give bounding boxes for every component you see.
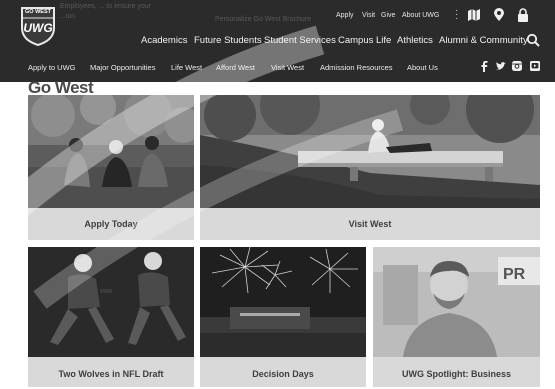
location-pin-icon[interactable]	[492, 8, 506, 22]
uwg-logo[interactable]: GO WEST UWG	[20, 6, 56, 47]
subnav-life-west[interactable]: Life West	[171, 63, 202, 72]
subnav-apply[interactable]: Apply to UWG	[28, 63, 76, 72]
map-book-icon[interactable]	[467, 8, 481, 22]
subnav-major-opportunities[interactable]: Major Opportunities	[90, 63, 155, 72]
logo-main-text: UWG	[23, 21, 53, 35]
card-caption: Apply Today	[84, 219, 138, 229]
facebook-icon[interactable]	[478, 60, 490, 72]
card-visit-west[interactable]: Visit West	[200, 95, 540, 240]
ghost-text: Personalize Go West Brochure	[215, 16, 311, 23]
lock-icon[interactable]	[516, 8, 530, 22]
utility-give-link[interactable]: Give	[381, 12, 395, 19]
card-nfl-draft[interactable]: Two Wolves in NFL Draft	[28, 247, 194, 387]
students-photo	[28, 95, 194, 208]
utility-about-link[interactable]: About UWG	[402, 12, 439, 19]
nav-academics[interactable]: Academics	[141, 35, 187, 46]
card-apply-today[interactable]: Apply Today	[28, 95, 194, 240]
instagram-icon[interactable]	[511, 60, 523, 72]
logo-top-text: GO WEST	[25, 9, 51, 15]
card-caption: Two Wolves in NFL Draft	[58, 369, 164, 379]
twitter-icon[interactable]	[495, 60, 507, 72]
card-uwg-spotlight[interactable]: PR UWG Spotlight: Business	[373, 247, 540, 387]
campus-photo	[200, 95, 540, 208]
nav-future-students[interactable]: Future Students	[194, 35, 262, 46]
card-caption: Decision Days	[252, 369, 314, 379]
spotlight-person-photo: PR	[373, 247, 540, 357]
card-caption: Visit West	[348, 219, 392, 229]
more-menu-icon[interactable]: · · ·	[455, 6, 459, 24]
ghost-text: Employees, ... to ensure your	[60, 3, 152, 10]
nav-alumni-community[interactable]: Alumni & Community	[439, 35, 528, 46]
nav-student-services[interactable]: Student Services	[264, 35, 336, 46]
card-decision-days[interactable]: Decision Days	[200, 247, 366, 387]
svg-text:PR: PR	[503, 266, 526, 283]
subnav-visit-west[interactable]: Visit West	[271, 63, 304, 72]
subnav-about-us[interactable]: About Us	[407, 63, 438, 72]
subnav-admission-resources[interactable]: Admission Resources	[320, 63, 393, 72]
utility-apply-link[interactable]: Apply	[336, 12, 354, 19]
nav-athletics[interactable]: Athletics	[397, 35, 433, 46]
search-icon[interactable]	[526, 33, 540, 47]
youtube-icon[interactable]	[529, 60, 541, 72]
nav-campus-life[interactable]: Campus Life	[338, 35, 391, 46]
site-header: Employees, ... to ensure your ...ion Per…	[0, 0, 555, 82]
football-players-photo	[28, 247, 194, 357]
fireworks-photo	[200, 247, 366, 357]
ghost-text: ...ion	[60, 13, 76, 20]
utility-visit-link[interactable]: Visit	[362, 12, 375, 19]
card-caption: UWG Spotlight: Business	[402, 369, 511, 379]
subnav-afford-west[interactable]: Afford West	[216, 63, 255, 72]
